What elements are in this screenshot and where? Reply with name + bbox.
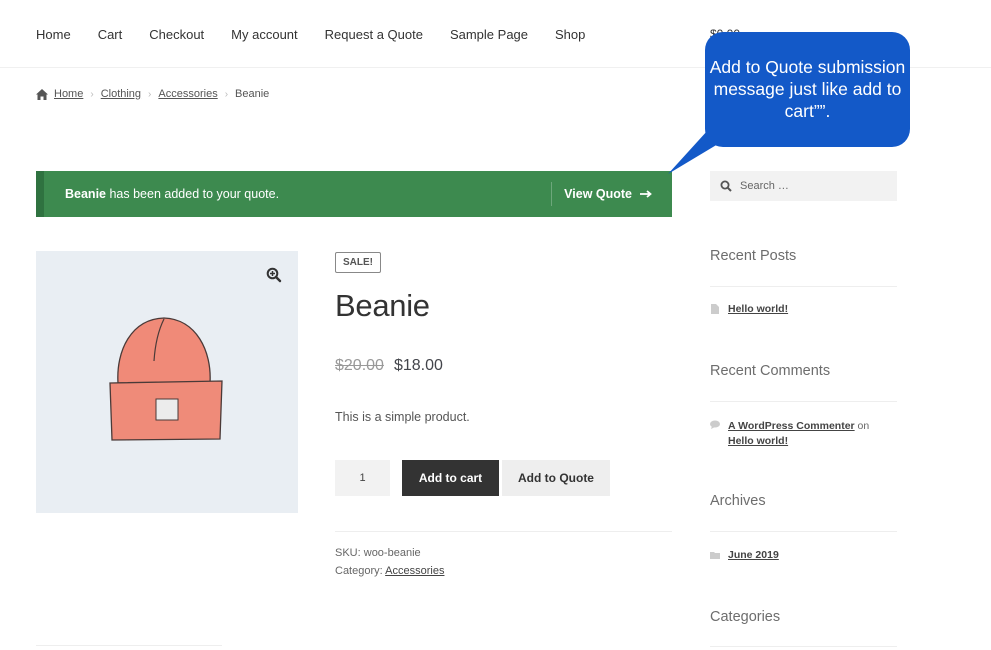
nav-item-home[interactable]: Home: [36, 27, 71, 42]
notice-message: Beanie has been added to your quote.: [44, 187, 551, 201]
view-quote-label: View Quote: [564, 187, 632, 201]
sku-value: woo-beanie: [363, 547, 421, 559]
nav-item-sample-page[interactable]: Sample Page: [450, 27, 528, 42]
nav-item-shop[interactable]: Shop: [555, 27, 585, 42]
category-link[interactable]: Accessories: [385, 565, 444, 577]
product-description: This is a simple product.: [335, 410, 470, 424]
widget-title-categories: Categories: [710, 609, 781, 625]
original-price: $20.00: [335, 357, 384, 374]
sku-row: SKU: woo-beanie: [335, 544, 444, 562]
zoom-in-icon[interactable]: [265, 266, 283, 284]
notice-text: has been added to your quote.: [106, 187, 280, 201]
comment-post-link[interactable]: Hello world!: [728, 435, 788, 447]
comment-icon: [710, 420, 720, 429]
nav-item-request-quote[interactable]: Request a Quote: [325, 27, 423, 42]
recent-comment-text: A WordPress Commenter on Hello world!: [728, 419, 897, 449]
breadcrumb-separator: ›: [148, 88, 152, 100]
nav-item-cart[interactable]: Cart: [98, 27, 123, 42]
category-label: Category:: [335, 565, 383, 577]
recent-post-link[interactable]: Hello world!: [728, 303, 788, 315]
category-row: Category: Accessories: [335, 562, 444, 580]
sale-badge: SALE!: [335, 252, 381, 273]
widget-title-recent-posts: Recent Posts: [710, 248, 797, 264]
breadcrumb-home[interactable]: Home: [54, 88, 83, 100]
breadcrumb-separator: ›: [90, 88, 94, 100]
breadcrumb-clothing[interactable]: Clothing: [101, 88, 141, 100]
archive-link[interactable]: June 2019: [728, 549, 779, 561]
nav-item-my-account[interactable]: My account: [231, 27, 297, 42]
content-divider: [36, 645, 222, 646]
breadcrumb-accessories[interactable]: Accessories: [158, 88, 217, 100]
product-meta: SKU: woo-beanie Category: Accessories: [335, 544, 444, 580]
comment-author-link[interactable]: A WordPress Commenter: [728, 420, 855, 432]
widget-divider: [710, 646, 897, 647]
widget-title-recent-comments: Recent Comments: [710, 363, 831, 379]
breadcrumb-current: Beanie: [235, 88, 270, 100]
sale-price: $18.00: [393, 357, 443, 374]
add-to-cart-button[interactable]: Add to cart: [402, 460, 499, 496]
annotation-callout: Add to Quote submission message just lik…: [705, 32, 910, 147]
breadcrumb-separator: ›: [224, 88, 229, 100]
product-image[interactable]: [36, 251, 298, 513]
product-price: $20.00 $18.00: [335, 357, 443, 375]
recent-post-item: Hello world!: [710, 303, 788, 315]
quantity-input[interactable]: [335, 460, 390, 496]
document-icon: [711, 304, 719, 314]
folder-icon: [710, 552, 720, 559]
search-field[interactable]: Search …: [710, 171, 897, 201]
search-placeholder: Search …: [740, 180, 789, 192]
view-quote-button[interactable]: View Quote: [552, 187, 672, 201]
recent-comment-item: A WordPress Commenter on Hello world!: [710, 419, 897, 449]
search-icon: [720, 180, 732, 192]
arrow-right-icon: [640, 190, 652, 198]
nav-item-checkout[interactable]: Checkout: [149, 27, 204, 42]
quote-success-notice: Beanie has been added to your quote. Vie…: [36, 171, 672, 217]
beanie-illustration: [109, 317, 223, 441]
archive-item: June 2019: [710, 549, 779, 561]
notice-product-name: Beanie: [65, 187, 106, 201]
primary-navigation: Home Cart Checkout My account Request a …: [36, 27, 612, 42]
add-to-quote-button[interactable]: Add to Quote: [502, 460, 610, 496]
home-icon: [36, 88, 48, 100]
product-title: Beanie: [335, 288, 430, 323]
comment-on-label: on: [857, 420, 870, 432]
breadcrumb: Home › Clothing › Accessories › Beanie: [36, 88, 269, 100]
widget-divider: [710, 286, 897, 287]
meta-divider: [335, 531, 672, 532]
sku-label: SKU:: [335, 547, 361, 559]
widget-title-archives: Archives: [710, 493, 766, 509]
widget-divider: [710, 531, 897, 532]
widget-divider: [710, 401, 897, 402]
